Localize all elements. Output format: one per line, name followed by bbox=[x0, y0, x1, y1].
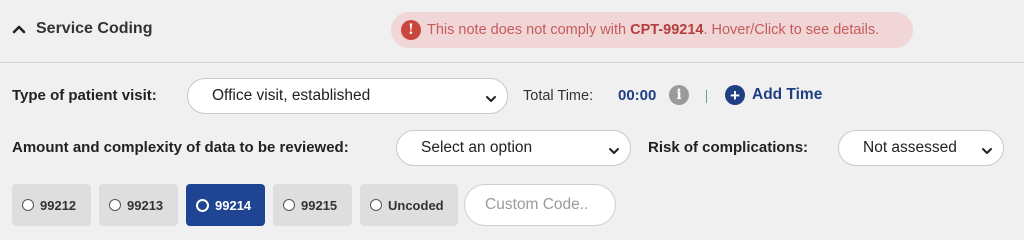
alert-text-suffix: . Hover/Click to see details. bbox=[703, 22, 880, 38]
data-review-select[interactable]: Select an option bbox=[396, 130, 631, 166]
code-option-99214[interactable]: 99214 bbox=[186, 184, 265, 226]
collapse-toggle[interactable]: Service Coding bbox=[12, 20, 152, 38]
risk-value: Not assessed bbox=[863, 139, 957, 156]
compliance-alert[interactable]: ! This note does not comply with CPT-992… bbox=[391, 12, 913, 48]
section-header: Service Coding ! This note does not comp… bbox=[0, 0, 1024, 63]
add-time-label: Add Time bbox=[752, 86, 823, 103]
visit-type-label: Type of patient visit: bbox=[12, 87, 157, 104]
visit-type-select[interactable]: Office visit, established bbox=[187, 78, 508, 114]
code-label: 99213 bbox=[127, 197, 164, 213]
code-label: 99214 bbox=[215, 197, 252, 213]
info-circle-icon[interactable]: i bbox=[669, 85, 689, 105]
radio-button[interactable] bbox=[22, 199, 34, 211]
radio-button[interactable] bbox=[109, 199, 121, 211]
custom-code-input[interactable] bbox=[464, 184, 616, 226]
total-time-label: Total Time: bbox=[523, 88, 594, 104]
chevron-down-icon bbox=[608, 143, 620, 161]
code-option-99215[interactable]: 99215 bbox=[273, 184, 352, 226]
add-time-button[interactable]: + Add Time bbox=[725, 85, 822, 105]
data-review-label: Amount and complexity of data to be revi… bbox=[12, 139, 349, 156]
section-title: Service Coding bbox=[36, 20, 153, 37]
code-label: 99215 bbox=[301, 197, 338, 213]
separator bbox=[706, 90, 707, 103]
radio-button[interactable] bbox=[196, 198, 209, 212]
alert-code: CPT-99214 bbox=[630, 22, 704, 38]
data-review-row: Amount and complexity of data to be revi… bbox=[12, 130, 1012, 166]
exclamation-circle-icon: ! bbox=[401, 20, 421, 40]
risk-select[interactable]: Not assessed bbox=[838, 130, 1004, 166]
code-options: 99212 99213 99214 99215 Uncoded bbox=[12, 184, 632, 226]
alert-text-prefix: This note does not comply with bbox=[427, 22, 627, 38]
visit-type-value: Office visit, established bbox=[212, 87, 371, 104]
code-option-99213[interactable]: 99213 bbox=[99, 184, 178, 226]
plus-circle-icon: + bbox=[725, 85, 745, 105]
code-label: Uncoded bbox=[388, 197, 444, 213]
risk-label: Risk of complications: bbox=[648, 139, 809, 156]
data-review-value: Select an option bbox=[421, 139, 533, 156]
visit-row: Type of patient visit: Office visit, est… bbox=[12, 78, 1012, 114]
radio-button[interactable] bbox=[283, 199, 295, 211]
chevron-down-icon bbox=[981, 143, 993, 161]
radio-button[interactable] bbox=[370, 199, 382, 211]
code-option-99212[interactable]: 99212 bbox=[12, 184, 91, 226]
code-option-uncoded[interactable]: Uncoded bbox=[360, 184, 458, 226]
total-time-value: 00:00 bbox=[618, 87, 657, 104]
chevron-down-icon bbox=[485, 91, 497, 109]
code-label: 99212 bbox=[40, 197, 77, 213]
chevron-up-icon bbox=[12, 24, 26, 34]
